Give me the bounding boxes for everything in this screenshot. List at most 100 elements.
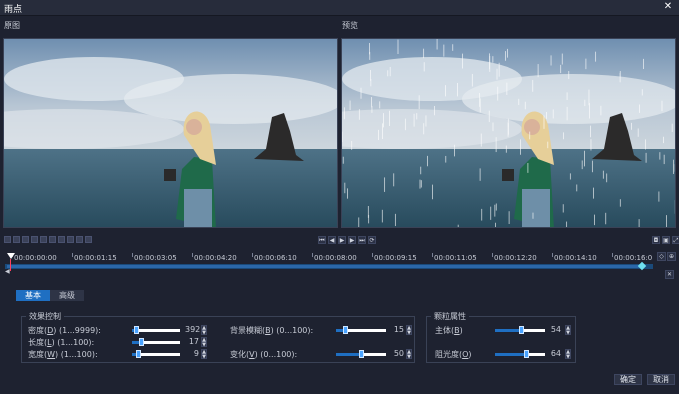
blur-value[interactable]: 15 [390,325,404,334]
timeline-tick [612,253,613,257]
playback-controls: ⏮ ◀ ▶ ▶ ⏭ ⟳ [318,236,376,245]
timeline-label: 00:00:11:05 [434,254,477,262]
tab-basic[interactable]: 基本 [16,290,50,301]
timeline-label: 00:00:09:15 [374,254,417,262]
timeline-tick [312,253,313,257]
flip-icon[interactable] [40,236,47,243]
timeline-range [7,265,643,268]
blur-spinner[interactable]: ▲ ▼ [406,325,412,336]
preview-label: 预览 [342,21,358,30]
opacity-label: 阻光度(O) [435,350,472,359]
cancel-button[interactable]: 取消 [647,374,675,385]
blur-label: 背景模糊(B) (0...100): [230,326,314,335]
zoom-in-icon[interactable] [13,236,20,243]
timeline-label: 00:00:16:0 [614,254,653,262]
preview-toolbar: ◘ ▣ ⤢ [652,236,679,245]
length-spinner[interactable]: ▲ ▼ [201,337,207,348]
next-frame-icon[interactable]: ▶ [348,236,356,244]
body-label: 主体(B) [435,326,463,335]
length-value[interactable]: 17 [185,337,199,346]
close-icon[interactable]: ✕ [663,1,673,13]
title-bar: 雨点 ✕ [0,0,679,16]
timeline-label: 00:00:06:10 [254,254,297,262]
length-label: 长度(L) (1...100): [28,338,95,347]
original-toolbar [4,236,92,245]
body-value[interactable]: 54 [547,325,561,334]
length-row: 长度(L) (1...100): 17 ▲ ▼ [28,337,212,348]
add-keyframe-icon[interactable]: ◇ [657,252,666,261]
body-spinner[interactable]: ▲ ▼ [565,325,571,336]
timeline-start-arrow-icon[interactable]: ◀ [5,268,10,275]
density-label: 密度(D) (1...9999): [28,326,101,335]
playhead-icon[interactable] [7,253,15,259]
particle-panel: 颗粒属性 主体(B) 54 ▲ ▼ 阻光度(O) 64 ▲ ▼ [426,311,576,363]
go-end-icon[interactable]: ⏭ [358,236,366,244]
width-slider[interactable] [132,350,180,358]
timeline-tick [552,253,553,257]
timeline-label: 00:00:00:00 [14,254,57,262]
body-slider[interactable] [495,326,545,334]
compare-icon[interactable] [76,236,83,243]
variation-spinner[interactable]: ▲ ▼ [406,349,412,360]
rotate-icon[interactable] [31,236,38,243]
zoom-timeline-icon[interactable]: ⊕ [667,252,676,261]
window-title: 雨点 [4,5,23,15]
timeline-label: 00:00:01:15 [74,254,117,262]
width-row: 宽度(W) (1...100): 9 ▲ ▼ [28,349,212,360]
width-value[interactable]: 9 [185,349,199,358]
playhead-line [10,259,11,271]
actual-size-icon[interactable] [58,236,65,243]
go-start-icon[interactable]: ⏮ [318,236,326,244]
timeline-tick [432,253,433,257]
original-image [3,38,338,228]
timeline[interactable]: 00:00:00:00 00:00:01:15 00:00:03:05 00:00:0… [5,253,653,273]
settings-icon[interactable] [85,236,92,243]
body-row: 主体(B) 54 ▲ ▼ [435,325,575,336]
opacity-value[interactable]: 64 [547,349,561,358]
density-row: 密度(D) (1...9999): 392 ▲ ▼ [28,325,212,336]
blur-row: 背景模糊(B) (0...100): 15 ▲ ▼ [230,325,414,336]
timeline-label: 00:00:08:00 [314,254,357,262]
pan-icon[interactable] [22,236,29,243]
fit-icon[interactable] [49,236,56,243]
width-label: 宽度(W) (1...100): [28,350,98,359]
tab-advanced[interactable]: 高级 [50,290,84,301]
ok-button[interactable]: 确定 [614,374,642,385]
prev-frame-icon[interactable]: ◀ [328,236,336,244]
play-icon[interactable]: ▶ [338,236,346,244]
camera-icon[interactable]: ◘ [652,236,660,244]
variation-slider[interactable] [336,350,386,358]
blur-slider[interactable] [336,326,386,334]
opacity-row: 阻光度(O) 64 ▲ ▼ [435,349,575,360]
variation-value[interactable]: 50 [390,349,404,358]
timeline-label: 00:00:12:20 [494,254,537,262]
density-spinner[interactable]: ▲ ▼ [201,325,207,336]
opacity-slider[interactable] [495,350,545,358]
timeline-label: 00:00:04:20 [194,254,237,262]
variation-label: 变化(V) (0...100): [230,350,298,359]
grid-icon[interactable] [67,236,74,243]
timeline-label: 00:00:14:10 [554,254,597,262]
timeline-ruler: 00:00:00:00 00:00:01:15 00:00:03:05 00:00:0… [5,253,653,263]
density-slider[interactable] [132,326,180,334]
timeline-tick [72,253,73,257]
image-icon[interactable]: ▣ [662,236,670,244]
timeline-tick [372,253,373,257]
particle-title: 颗粒属性 [431,311,469,322]
variation-row: 变化(V) (0...100): 50 ▲ ▼ [230,349,414,360]
zoom-out-icon[interactable] [4,236,11,243]
timeline-tick [132,253,133,257]
width-spinner[interactable]: ▲ ▼ [201,349,207,360]
timeline-track[interactable] [5,264,653,269]
loop-icon[interactable]: ⟳ [368,236,376,244]
opacity-spinner[interactable]: ▲ ▼ [565,349,571,360]
length-slider[interactable] [132,338,180,346]
preview-image [341,38,676,228]
timeline-close-icon[interactable]: ✕ [665,270,674,279]
effect-control-title: 效果控制 [26,311,64,322]
timeline-tick [492,253,493,257]
original-label: 原图 [4,21,20,30]
expand-icon[interactable]: ⤢ [672,236,679,244]
timeline-tick [252,253,253,257]
density-value[interactable]: 392 [185,325,200,334]
